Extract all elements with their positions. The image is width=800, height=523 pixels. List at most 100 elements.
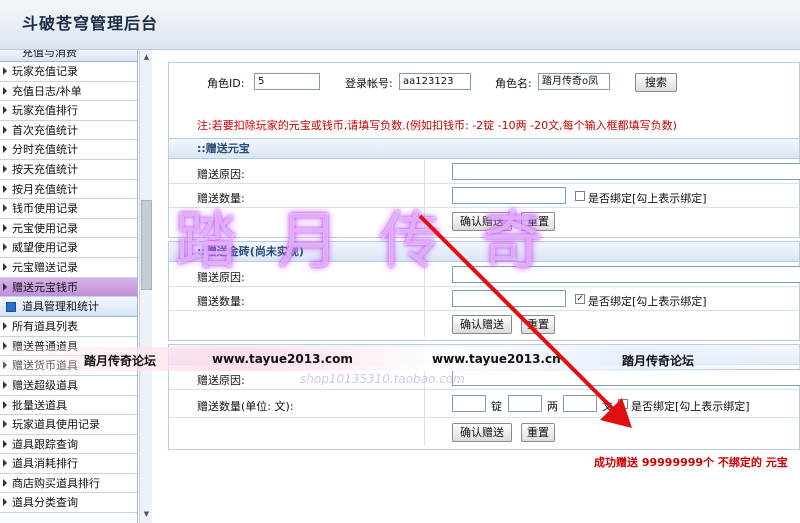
bind-label: 是否绑定[勾上表示绑定] [588, 192, 707, 205]
amount-label: 赠送数量: [197, 295, 245, 308]
arrow-right-icon [3, 322, 7, 331]
sidebar-item-label: 元宝赠送记录 [12, 260, 78, 274]
role-name-input[interactable]: 踏月传奇o凤 [538, 73, 610, 90]
main-panel: 角色ID: 5 登录帐号: aa123123 角色名: 踏月传奇o凤 搜索 注:… [168, 50, 800, 523]
amount-input[interactable] [452, 187, 566, 204]
reason-input[interactable] [452, 266, 800, 283]
sidebar-item[interactable]: 玩家充值排行 [0, 101, 137, 121]
sidebar-item[interactable]: 批量送道具 [0, 395, 137, 416]
bind-checkbox[interactable] [618, 399, 628, 409]
reset-button[interactable]: 重置 [521, 423, 555, 442]
reason-input[interactable] [452, 163, 800, 180]
sidebar-group-label: 充值与消费 [22, 50, 77, 59]
sidebar-item-label: 所有道具列表 [12, 320, 78, 334]
square-icon [6, 302, 16, 313]
sidebar-item[interactable]: 玩家道具使用记录 [0, 415, 137, 435]
sidebar-item[interactable]: 道具分类查询 [0, 493, 137, 514]
reset-button[interactable]: 重置 [521, 315, 555, 334]
sidebar-item-label: 玩家充值排行 [12, 104, 78, 118]
sidebar-item-label: 赠送货币道具 [12, 359, 78, 373]
role-id-input[interactable]: 5 [254, 73, 320, 90]
sidebar-item[interactable]: 钱币使用记录 [0, 199, 137, 219]
sidebar-item-label: 玩家道具使用记录 [12, 418, 100, 432]
arrow-right-icon [3, 498, 7, 507]
sidebar-item[interactable]: 元宝使用记录 [0, 218, 137, 239]
amount-input[interactable] [452, 290, 566, 307]
form-row: 确认赠送 重置 [169, 311, 800, 337]
role-name-label: 角色名: [495, 77, 532, 90]
sidebar-item[interactable]: 赠送普通道具 [0, 336, 137, 357]
sidebar-item-label: 首次充值统计 [12, 123, 78, 137]
sidebar-item[interactable]: 元宝赠送记录 [0, 257, 137, 278]
section-title: ::赠送元宝 [169, 139, 799, 159]
sidebar-item-label: 批量送道具 [12, 398, 67, 412]
sidebar-group-recharge[interactable]: 充值与消费 [0, 50, 137, 62]
sidebar-scrollbar[interactable]: ▲ ▼ [139, 50, 152, 523]
unit-ding: 锭 [491, 400, 502, 413]
section-gift-yuanbao: ::赠送元宝 赠送原因: 赠送数量: 是否绑定[勾上表示绑定] 确认赠送 重置 [168, 138, 800, 238]
section-gift-money: 赠送原因: 赠送数量(单位: 文): 锭 两 文 是否绑定[勾上表示绑定] 确认… [168, 344, 800, 450]
deduct-note: 注:若要扣除玩家的元宝或钱币,请填写负数.(例如扣钱币: -2锭 -10两 -2… [197, 119, 677, 132]
sidebar-item[interactable]: 商店购买道具排行 [0, 473, 137, 494]
arrow-right-icon [3, 361, 7, 370]
reason-label: 赠送原因: [197, 168, 245, 181]
scroll-down-icon[interactable]: ▼ [141, 509, 152, 520]
section-head [169, 345, 799, 365]
form-row: 赠送数量(单位: 文): 锭 两 文 是否绑定[勾上表示绑定] [169, 390, 800, 418]
arrow-right-icon [3, 106, 7, 115]
sidebar-item[interactable]: 按天充值统计 [0, 159, 137, 180]
account-input[interactable]: aa123123 [399, 73, 471, 90]
form-row: 赠送原因: [169, 366, 800, 390]
sidebar-item[interactable]: 道具跟踪查询 [0, 434, 137, 455]
liang-input[interactable] [508, 395, 542, 412]
sidebar-item[interactable]: 分时充值统计 [0, 140, 137, 160]
arrow-right-icon [3, 400, 7, 409]
sidebar-item[interactable]: 威望使用记录 [0, 238, 137, 258]
sidebar-item[interactable]: 所有道具列表 [0, 317, 137, 337]
sidebar-item-label: 赠送普通道具 [12, 339, 78, 353]
sidebar-item[interactable]: 赠送超级道具 [0, 375, 137, 396]
confirm-gift-button[interactable]: 确认赠送 [452, 423, 512, 442]
arrow-right-icon [3, 164, 7, 173]
reason-input[interactable] [452, 369, 800, 386]
arrow-right-icon [3, 67, 7, 75]
sidebar-group-items[interactable]: 道具管理和统计 [0, 297, 137, 318]
form-row: 赠送数量: ✓ 是否绑定[勾上表示绑定] [169, 287, 800, 311]
wen-input[interactable] [563, 395, 597, 412]
ding-input[interactable] [452, 395, 486, 412]
sidebar: 充值与消费 玩家充值记录充值日志/补单 玩家充值排行 首次充值统计 分时充值统计按天充… [0, 50, 138, 523]
sidebar-group-label: 道具管理和统计 [22, 300, 99, 314]
bind-checkbox[interactable]: ✓ [575, 294, 585, 304]
sidebar-item[interactable]: 玩家充值记录 [0, 62, 137, 82]
bind-checkbox[interactable] [575, 191, 585, 201]
sidebar-item[interactable]: 赠送元宝钱币 [0, 277, 137, 298]
section-title: ::赠送金砖(尚未实现) [169, 242, 799, 262]
sidebar-item[interactable]: 道具消耗排行 [0, 454, 137, 474]
search-button[interactable]: 搜索 [635, 73, 677, 92]
sidebar-item[interactable]: 赠送货币道具 [0, 356, 137, 376]
amount-label: 赠送数量: [197, 192, 245, 205]
arrow-right-icon [3, 184, 7, 193]
confirm-gift-button[interactable]: 确认赠送 [452, 212, 512, 231]
reset-button[interactable]: 重置 [521, 212, 555, 231]
confirm-gift-button[interactable]: 确认赠送 [452, 315, 512, 334]
sidebar-item[interactable]: 首次充值统计 [0, 120, 137, 141]
sidebar-item-label: 道具分类查询 [12, 496, 78, 510]
bind-label: 是否绑定[勾上表示绑定] [631, 400, 750, 413]
form-row: 赠送原因: [169, 160, 800, 184]
bind-label: 是否绑定[勾上表示绑定] [588, 295, 707, 308]
sidebar-item-label: 赠送超级道具 [12, 378, 78, 392]
sidebar-item-label: 赠送元宝钱币 [12, 280, 78, 294]
sidebar-item[interactable]: 充值日志/补单 [0, 81, 137, 102]
form-row: 确认赠送 重置 [169, 418, 800, 446]
sidebar-item-label: 分时充值统计 [12, 143, 78, 157]
sidebar-item-label: 充值日志/补单 [12, 84, 82, 98]
unit-liang: 两 [547, 400, 558, 413]
sidebar-item[interactable]: 按月充值统计 [0, 179, 137, 200]
account-label: 登录帐号: [345, 77, 393, 90]
app-title: 斗破苍穹管理后台 [22, 14, 159, 33]
role-id-label: 角色ID: [207, 77, 245, 90]
arrow-right-icon [3, 420, 7, 429]
scroll-up-icon[interactable]: ▲ [141, 52, 152, 63]
scroll-thumb[interactable] [141, 200, 152, 290]
